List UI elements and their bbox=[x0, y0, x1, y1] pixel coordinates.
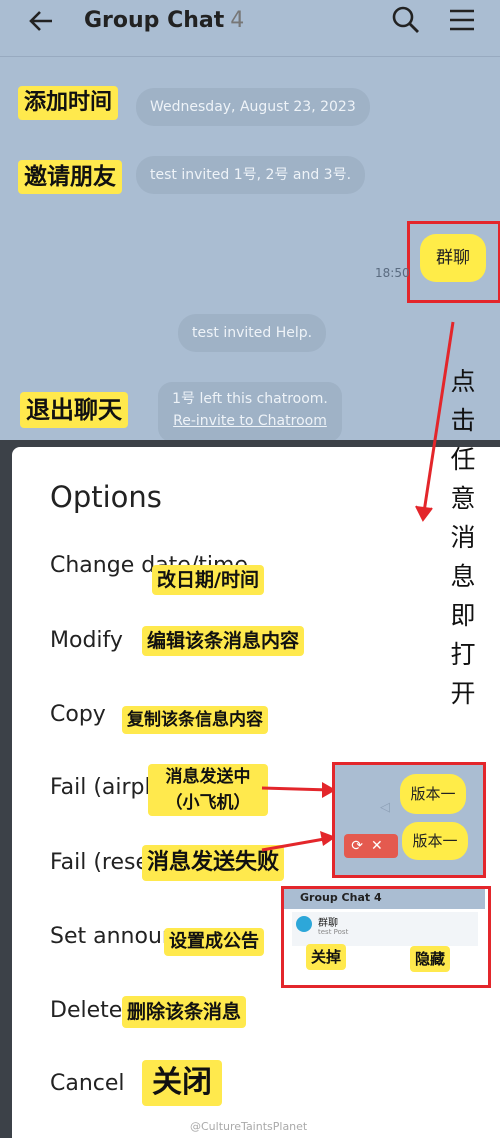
inset-bubble-sending: 版本一 bbox=[400, 774, 466, 814]
vertical-annotation: 点击任意消息即打开 bbox=[450, 367, 476, 708]
inset-announce-sub: test Post bbox=[318, 928, 349, 936]
inset-announce-icon bbox=[296, 916, 312, 932]
watermark: @CultureTaintsPlanet bbox=[190, 1120, 308, 1133]
resend-delete-icons: ⟳✕ bbox=[344, 834, 398, 858]
inset-note-close: 关掉 bbox=[306, 944, 347, 970]
airplane-icon: ◁ bbox=[380, 800, 390, 815]
inset-title: Group Chat 4 bbox=[300, 891, 382, 904]
inset-bubble-failed: 版本一 bbox=[402, 822, 468, 860]
inset-announce-name: 群聊 bbox=[318, 918, 338, 929]
inset-note-hide: 隐藏 bbox=[410, 946, 451, 972]
